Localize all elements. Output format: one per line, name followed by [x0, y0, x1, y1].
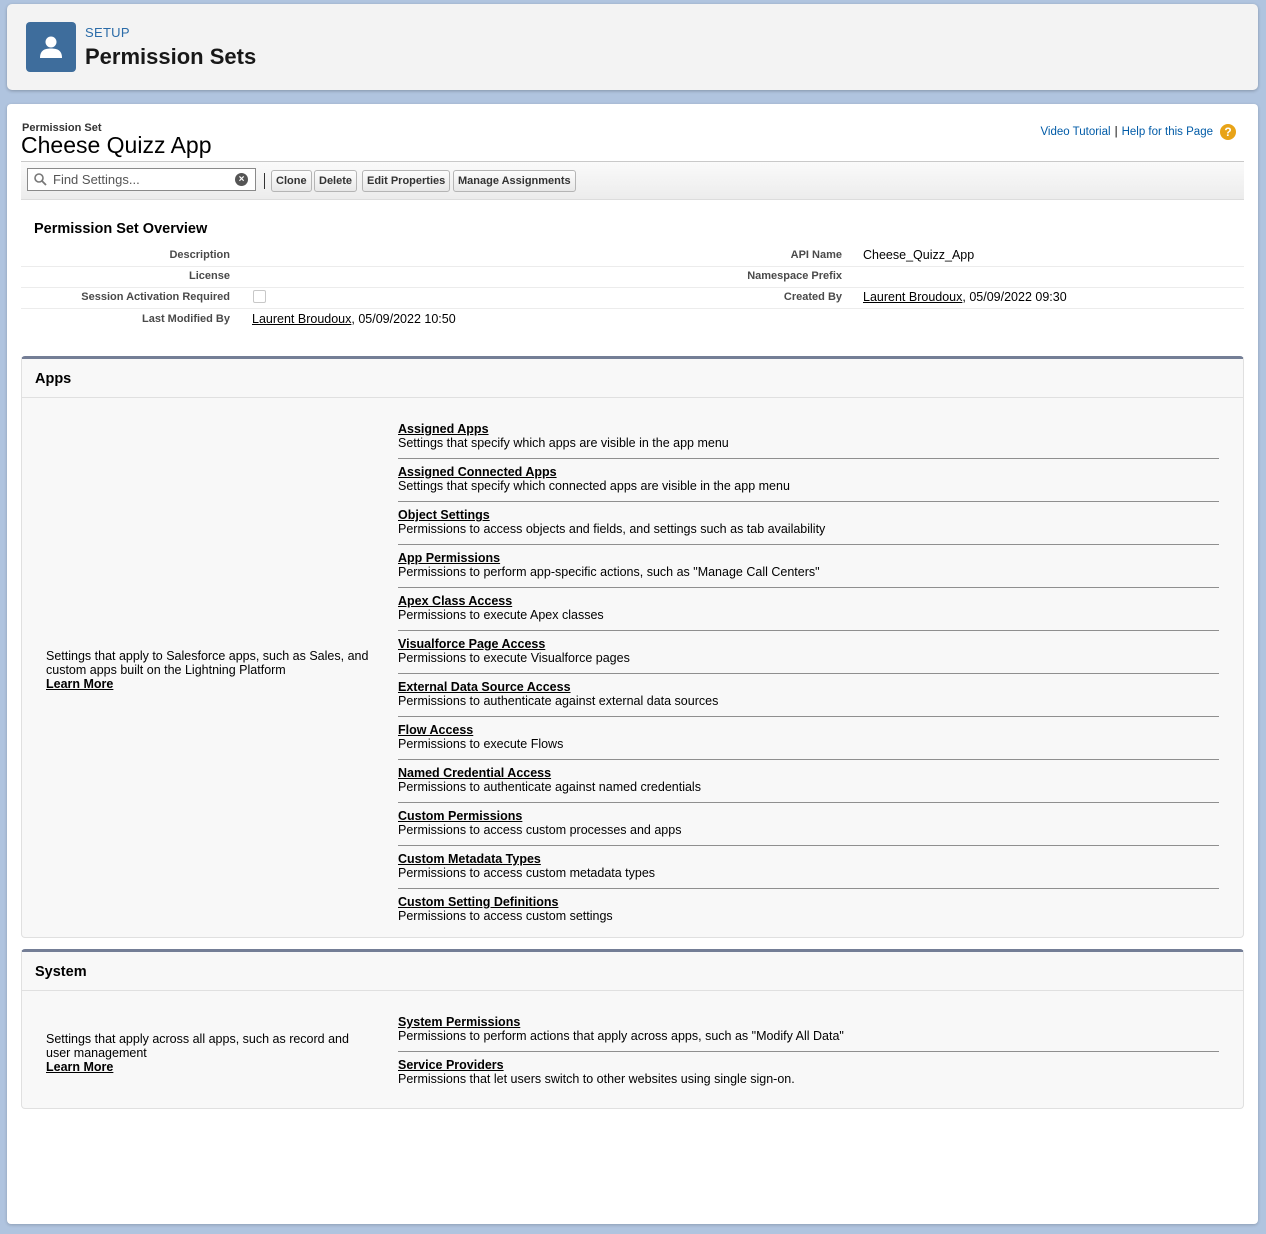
apps-description-text: Settings that apply to Salesforce apps, … [46, 649, 369, 677]
settings-link-item: Apex Class Access Permissions to execute … [398, 589, 1219, 631]
help-icon[interactable]: ? [1220, 124, 1236, 140]
find-settings-input[interactable] [53, 171, 233, 188]
apps-link-list: Assigned Apps Settings that specify which… [398, 417, 1219, 932]
settings-link-item: Object Settings Permissions to access obj… [398, 503, 1219, 545]
find-settings-box: × [27, 168, 256, 191]
toolbar: × Clone Delete Edit Properties Manage As… [21, 161, 1244, 200]
manage-assignments-button[interactable]: Manage Assignments [453, 170, 576, 192]
toolbar-divider [264, 173, 265, 189]
settings-link[interactable]: Visualforce Page Access [398, 637, 545, 651]
settings-link-description: Permissions to access custom settings [398, 909, 613, 923]
last-modified-date: , 05/09/2022 10:50 [351, 312, 456, 326]
settings-link[interactable]: Custom Metadata Types [398, 852, 541, 866]
settings-link-description: Permissions that let users switch to oth… [398, 1072, 795, 1086]
last-modified-label: Last Modified By [141, 313, 230, 325]
api-name-label: API Name [790, 249, 842, 261]
settings-link[interactable]: App Permissions [398, 551, 500, 565]
settings-link[interactable]: Service Providers [398, 1058, 504, 1072]
apps-learn-more-link[interactable]: Learn More [46, 677, 113, 691]
header-eyebrow: SETUP [85, 25, 130, 40]
last-modified-value: Laurent Broudoux, 05/09/2022 10:50 [252, 312, 456, 326]
settings-link[interactable]: External Data Source Access [398, 680, 571, 694]
settings-link-description: Permissions to execute Apex classes [398, 608, 604, 622]
page-header: SETUP Permission Sets [7, 4, 1258, 90]
settings-link-description: Permissions to authenticate against name… [398, 780, 701, 794]
page-title: Permission Sets [85, 44, 257, 69]
settings-link-description: Permissions to execute Visualforce pages [398, 651, 630, 665]
settings-link[interactable]: Custom Setting Definitions [398, 895, 558, 909]
apps-section-title: Apps [35, 371, 72, 387]
settings-link-item: Custom Setting Definitions Permissions to… [398, 890, 1219, 931]
settings-link-item: Custom Permissions Permissions to access … [398, 804, 1219, 846]
settings-link-description: Permissions to perform actions that appl… [398, 1029, 844, 1043]
help-separator: | [1114, 126, 1118, 138]
settings-link-item: Visualforce Page Access Permissions to ex… [398, 632, 1219, 674]
help-for-page-link[interactable]: Help for this Page [1122, 126, 1213, 138]
clone-button[interactable]: Clone [271, 170, 312, 192]
description-label: Description [169, 249, 230, 261]
settings-link-item: Service Providers Permissions that let us… [398, 1053, 1219, 1094]
main-content: Permission Set Cheese Quizz App Video Tu… [7, 104, 1258, 1224]
system-description-text: Settings that apply across all apps, suc… [46, 1032, 349, 1060]
settings-link-item: Assigned Connected Apps Settings that spe… [398, 460, 1219, 502]
settings-link[interactable]: Apex Class Access [398, 594, 512, 608]
clear-search-icon[interactable]: × [235, 173, 248, 186]
settings-link[interactable]: Named Credential Access [398, 766, 551, 780]
settings-link-description: Permissions to perform app-specific acti… [398, 565, 820, 579]
settings-link[interactable]: System Permissions [398, 1015, 520, 1029]
delete-button[interactable]: Delete [314, 170, 358, 192]
settings-link-description: Permissions to access custom metadata ty… [398, 866, 656, 880]
settings-link-item: Named Credential Access Permissions to au… [398, 761, 1219, 803]
apps-section: Apps Settings that apply to Salesforce a… [21, 356, 1244, 938]
system-link-list: System Permissions Permissions to perform… [398, 1010, 1219, 1095]
detail-row: Last Modified By Laurent Broudoux, 05/09… [21, 308, 1244, 330]
namespace-prefix-label: Namespace Prefix [747, 270, 842, 282]
apps-section-header: Apps [22, 359, 1243, 398]
settings-link[interactable]: Flow Access [398, 723, 473, 737]
settings-link-item: System Permissions Permissions to perform… [398, 1010, 1219, 1052]
settings-link-description: Permissions to authenticate against exte… [398, 694, 719, 708]
settings-link-item: Flow Access Permissions to execute Flows [398, 718, 1219, 760]
api-name-value: Cheese_Quizz_App [863, 248, 975, 262]
settings-link[interactable]: Assigned Connected Apps [398, 465, 557, 479]
session-activation-label: Session Activation Required [81, 291, 230, 303]
settings-link[interactable]: Object Settings [398, 508, 490, 522]
search-icon [34, 173, 47, 186]
user-icon [26, 22, 76, 72]
detail-row: Description API Name Cheese_Quizz_App [21, 244, 1244, 267]
last-modified-user-link[interactable]: Laurent Broudoux [252, 312, 351, 326]
created-by-user-link[interactable]: Laurent Broudoux [863, 290, 962, 304]
system-section: System Settings that apply across all ap… [21, 949, 1244, 1109]
settings-link-description: Permissions to access objects and fields… [398, 522, 826, 536]
session-activation-checkbox [253, 290, 266, 303]
settings-link-item: App Permissions Permissions to perform ap… [398, 546, 1219, 588]
record-name: Cheese Quizz App [21, 132, 212, 158]
apps-section-description: Settings that apply to Salesforce apps, … [46, 649, 376, 691]
edit-properties-button[interactable]: Edit Properties [362, 170, 451, 192]
settings-link-description: Settings that specify which apps are vis… [398, 436, 729, 450]
settings-link[interactable]: Assigned Apps [398, 422, 489, 436]
video-tutorial-link[interactable]: Video Tutorial [1040, 126, 1110, 138]
created-by-label: Created By [783, 291, 842, 303]
created-by-date: , 05/09/2022 09:30 [962, 290, 1067, 304]
settings-link-description: Permissions to execute Flows [398, 737, 564, 751]
settings-link-item: External Data Source Access Permissions t… [398, 675, 1219, 717]
system-section-description: Settings that apply across all apps, suc… [46, 1032, 376, 1074]
detail-row: Session Activation Required Created By L… [21, 286, 1244, 309]
overview-title: Permission Set Overview [34, 221, 208, 237]
license-label: License [189, 270, 230, 282]
system-section-title: System [35, 964, 87, 980]
detail-row: License Namespace Prefix [21, 265, 1244, 288]
settings-link-description: Settings that specify which connected ap… [398, 479, 790, 493]
settings-link-description: Permissions to access custom processes a… [398, 823, 682, 837]
settings-link[interactable]: Custom Permissions [398, 809, 522, 823]
system-section-header: System [22, 952, 1243, 991]
created-by-value: Laurent Broudoux, 05/09/2022 09:30 [863, 290, 1067, 304]
system-learn-more-link[interactable]: Learn More [46, 1060, 113, 1074]
settings-link-item: Assigned Apps Settings that specify which… [398, 417, 1219, 459]
help-links: Video Tutorial | Help for this Page ? [1040, 124, 1236, 140]
settings-link-item: Custom Metadata Types Permissions to acce… [398, 847, 1219, 889]
